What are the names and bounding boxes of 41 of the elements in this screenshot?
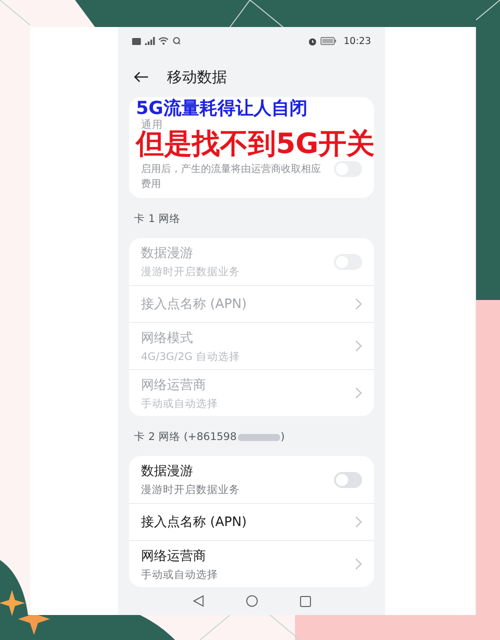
setting-title: 网络运营商	[141, 548, 207, 564]
wifi-icon	[158, 37, 169, 45]
section-label-end: )	[280, 431, 285, 443]
toggle-switch[interactable]	[334, 472, 362, 488]
chevron-icon	[355, 387, 362, 399]
overlay-caption: 但是找不到5G开关	[136, 130, 374, 158]
status-time: 10:23	[344, 36, 371, 46]
overlay-caption: 5G流量耗得让人自闭	[136, 100, 308, 118]
section-label: 卡 1 网络	[134, 212, 180, 226]
setting-row[interactable]: 数据漫游 漫游时开启数据业务	[129, 456, 374, 503]
page-title: 移动数据	[167, 68, 227, 86]
back-triangle-icon[interactable]	[192, 595, 204, 607]
setting-description: 启用后，产生的流量将由运营商收取相应费用	[141, 162, 322, 192]
home-circle-icon[interactable]	[246, 595, 258, 607]
setting-title: 网络模式	[141, 330, 194, 346]
recents-square-icon[interactable]	[300, 596, 310, 606]
battery-icon	[320, 37, 337, 45]
alarm-icon	[308, 36, 317, 46]
setting-title: 接入点名称 (APN)	[141, 296, 248, 313]
setting-title: 数据漫游	[141, 463, 194, 480]
setting-subtitle: 手动或自动选择	[141, 396, 219, 410]
blurred-number-icon	[236, 432, 281, 442]
setting-title: 数据漫游	[141, 245, 194, 262]
setting-title: 接入点名称 (APN)	[141, 514, 248, 531]
chevron-icon	[355, 516, 362, 528]
setting-row[interactable]: 网络运营商 手动或自动选择	[129, 540, 374, 587]
setting-row[interactable]: 接入点名称 (APN)	[129, 503, 374, 540]
setting-title: 网络运营商	[141, 376, 207, 394]
signal-icon	[144, 37, 155, 45]
sparkle-icon	[0, 590, 25, 616]
chevron-icon	[355, 558, 362, 570]
back-arrow-icon[interactable]	[134, 71, 149, 83]
setting-caption: 通用	[141, 120, 163, 131]
setting-subtitle: 漫游时开启数据业务	[141, 483, 241, 497]
setting-subtitle: 漫游时开启数据业务	[141, 265, 241, 279]
chevron-icon	[355, 298, 362, 310]
setting-subtitle: 4G/3G/2G 自动选择	[141, 350, 241, 364]
sim-card-icon	[132, 38, 141, 44]
setting-subtitle: 手动或自动选择	[141, 568, 219, 582]
chevron-icon	[355, 340, 362, 352]
section-label: 卡 2 网络 (+861598	[134, 430, 237, 444]
